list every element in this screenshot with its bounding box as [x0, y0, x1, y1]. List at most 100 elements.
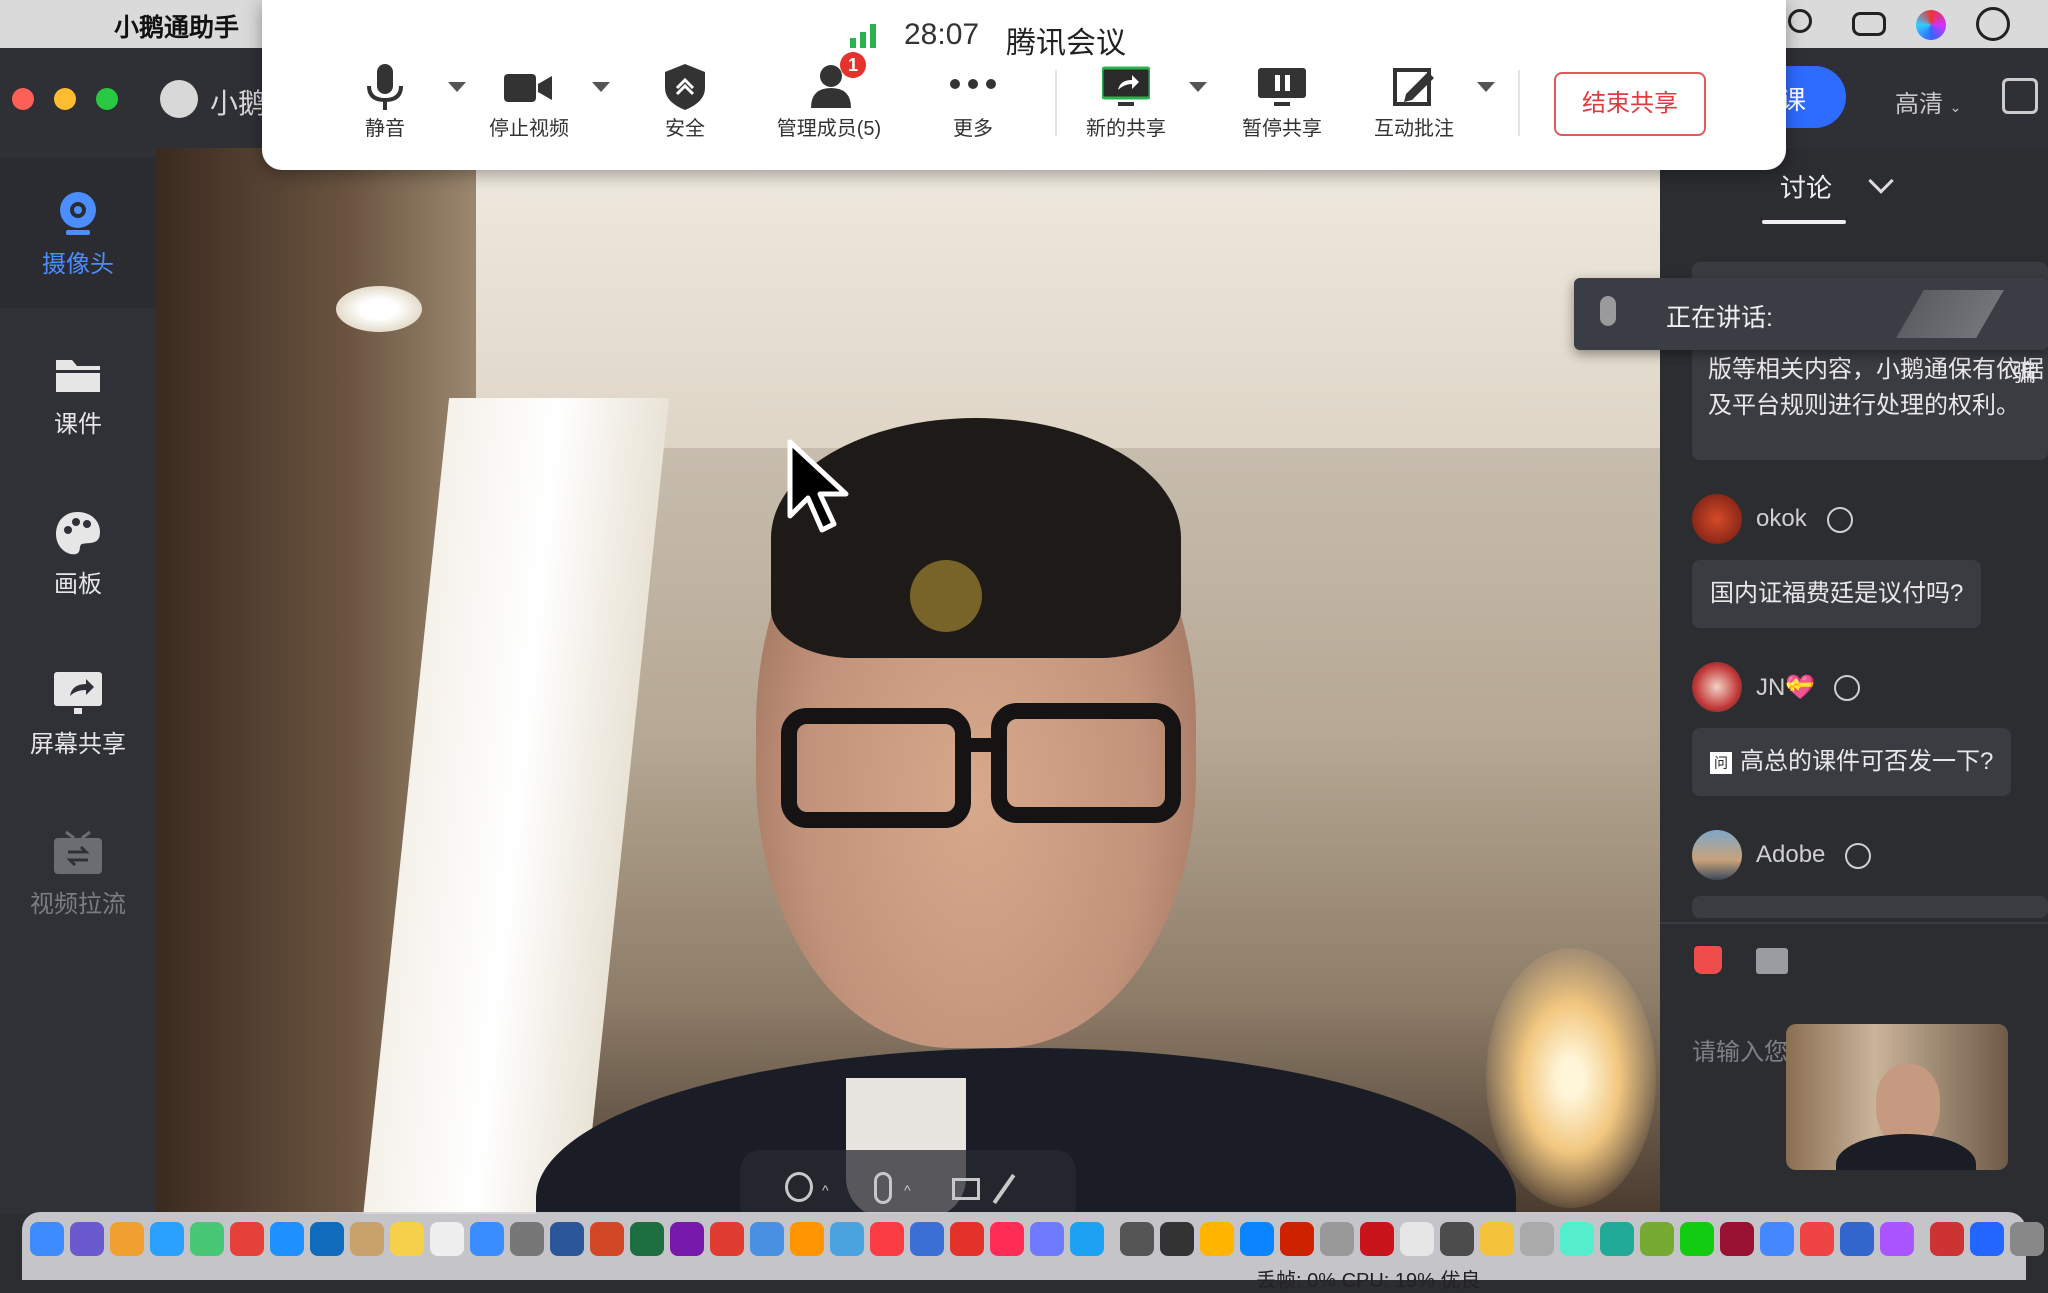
dock-app-icon[interactable] [1360, 1222, 1394, 1256]
camera-icon [60, 192, 96, 235]
dock-app-icon[interactable] [750, 1222, 784, 1256]
dock-app-icon[interactable] [190, 1222, 224, 1256]
dock-app-icon[interactable] [790, 1222, 824, 1256]
sidebar-item-courseware[interactable]: 课件 [0, 318, 156, 468]
share-out-icon[interactable] [2002, 78, 2038, 114]
camera-toggle-icon[interactable] [785, 1172, 813, 1202]
dock-app-icon[interactable] [630, 1222, 664, 1256]
app-name[interactable]: 小鹅通助手 [114, 8, 239, 44]
new-share-button[interactable]: 新的共享 [1061, 62, 1191, 146]
dock-app-icon[interactable] [430, 1222, 464, 1256]
stream-status-text: 丢帧: 0% CPU: 19% 优良 [1256, 1270, 1481, 1292]
dock-app-icon[interactable] [670, 1222, 704, 1256]
dock-app-icon[interactable] [1030, 1222, 1064, 1256]
dock-app-icon[interactable] [550, 1222, 584, 1256]
dock-app-icon[interactable] [990, 1222, 1024, 1256]
clock-icon[interactable] [1976, 7, 2010, 41]
siri-icon[interactable] [1916, 10, 1946, 40]
dock-app-icon[interactable] [310, 1222, 344, 1256]
reply-icon[interactable] [1827, 507, 1853, 533]
gift-bag-icon[interactable] [1694, 946, 1722, 974]
self-view-thumbnail[interactable] [1786, 1024, 2008, 1170]
sidebar-item-video-pull[interactable]: 视频拉流 [0, 798, 156, 948]
reply-icon[interactable] [1834, 675, 1860, 701]
dock-app-icon[interactable] [1280, 1222, 1314, 1256]
dock-app-icon[interactable] [1400, 1222, 1434, 1256]
dock-app-icon[interactable] [1120, 1222, 1154, 1256]
dock-app-icon[interactable] [1720, 1222, 1754, 1256]
sidebar-item-label: 摄像头 [42, 251, 114, 278]
dock-app-icon[interactable] [1840, 1222, 1874, 1256]
dock-app-icon[interactable] [1480, 1222, 1514, 1256]
camera-options-caret-icon[interactable]: ^ [822, 1182, 829, 1198]
pause-share-button[interactable]: 暂停共享 [1217, 62, 1347, 146]
dock-app-icon[interactable] [150, 1222, 184, 1256]
dock-app-icon[interactable] [590, 1222, 624, 1256]
mic-toggle-icon[interactable] [874, 1172, 892, 1204]
dock-app-icon[interactable] [270, 1222, 304, 1256]
dock-app-icon[interactable] [1320, 1222, 1354, 1256]
toolbar-separator [1518, 70, 1520, 136]
dock-app-icon[interactable] [2010, 1222, 2044, 1256]
sidebar-item-camera[interactable]: 摄像头 [0, 158, 156, 308]
dock-app-icon[interactable] [1680, 1222, 1714, 1256]
end-share-button[interactable]: 结束共享 [1554, 72, 1706, 136]
dock-app-icon[interactable] [1970, 1222, 2004, 1256]
search-icon[interactable] [1788, 9, 1812, 33]
sidebar-item-screen-share[interactable]: 屏幕共享 [0, 638, 156, 788]
dock-app-icon[interactable] [1760, 1222, 1794, 1256]
sidebar-item-palette[interactable]: 画板 [0, 478, 156, 628]
dock-app-icon[interactable] [30, 1222, 64, 1256]
dock-app-icon[interactable] [950, 1222, 984, 1256]
dock-app-icon[interactable] [1520, 1222, 1554, 1256]
minimize-window-button[interactable] [54, 88, 76, 110]
annotation-button[interactable]: 互动批注 [1349, 62, 1479, 146]
dock-app-icon[interactable] [1440, 1222, 1474, 1256]
dock-app-icon[interactable] [70, 1222, 104, 1256]
mic-options-caret-icon[interactable]: ^ [904, 1182, 911, 1198]
dock-app-icon[interactable] [1560, 1222, 1594, 1256]
dock-app-icon[interactable] [1800, 1222, 1834, 1256]
video-person-glasses-left [781, 708, 971, 828]
annotation-options-caret-icon[interactable] [1477, 82, 1495, 92]
more-button[interactable]: 更多 [908, 62, 1038, 146]
dock-app-icon[interactable] [1640, 1222, 1674, 1256]
control-center-icon[interactable] [1852, 12, 1886, 36]
dock-app-icon[interactable] [1160, 1222, 1194, 1256]
stop-video-button[interactable]: 停止视频 [464, 62, 594, 146]
manage-members-button[interactable]: 管理成员(5) [764, 62, 894, 146]
pause-share-label: 暂停共享 [1242, 118, 1322, 140]
dock-app-icon[interactable] [710, 1222, 744, 1256]
dock-app-icon[interactable] [910, 1222, 944, 1256]
zoom-window-button[interactable] [96, 88, 118, 110]
dock-app-icon[interactable] [1240, 1222, 1274, 1256]
dock-app-icon[interactable] [830, 1222, 864, 1256]
security-button[interactable]: 安全 [620, 62, 750, 146]
video-options-caret-icon[interactable] [592, 82, 610, 92]
share-options-caret-icon[interactable] [1189, 82, 1207, 92]
dock-app-icon[interactable] [230, 1222, 264, 1256]
mute-button[interactable]: 静音 [320, 62, 450, 146]
dock-app-icon[interactable] [1070, 1222, 1104, 1256]
video-person-glasses-bridge [956, 738, 1006, 752]
dock-app-icon[interactable] [1930, 1222, 1964, 1256]
close-window-button[interactable] [12, 88, 34, 110]
tab-discussion[interactable]: 讨论 [1780, 168, 1832, 205]
dock-app-icon[interactable] [1200, 1222, 1234, 1256]
dock-app-icon[interactable] [1880, 1222, 1914, 1256]
folder-icon [56, 360, 100, 392]
chat-input[interactable]: 请输入您 [1692, 1032, 1788, 1067]
mirror-icon[interactable] [952, 1178, 980, 1200]
dock-app-icon[interactable] [1600, 1222, 1634, 1256]
quality-select[interactable]: 高清 ⌄ [1895, 84, 1961, 119]
reply-icon[interactable] [1845, 843, 1871, 869]
dock-app-icon[interactable] [350, 1222, 384, 1256]
sidebar-item-label: 画板 [54, 571, 102, 598]
dock-app-icon[interactable] [470, 1222, 504, 1256]
dock-app-icon[interactable] [390, 1222, 424, 1256]
avatar [1692, 494, 1742, 544]
folder-icon[interactable] [1756, 948, 1788, 974]
dock-app-icon[interactable] [510, 1222, 544, 1256]
dock-app-icon[interactable] [110, 1222, 144, 1256]
dock-app-icon[interactable] [870, 1222, 904, 1256]
